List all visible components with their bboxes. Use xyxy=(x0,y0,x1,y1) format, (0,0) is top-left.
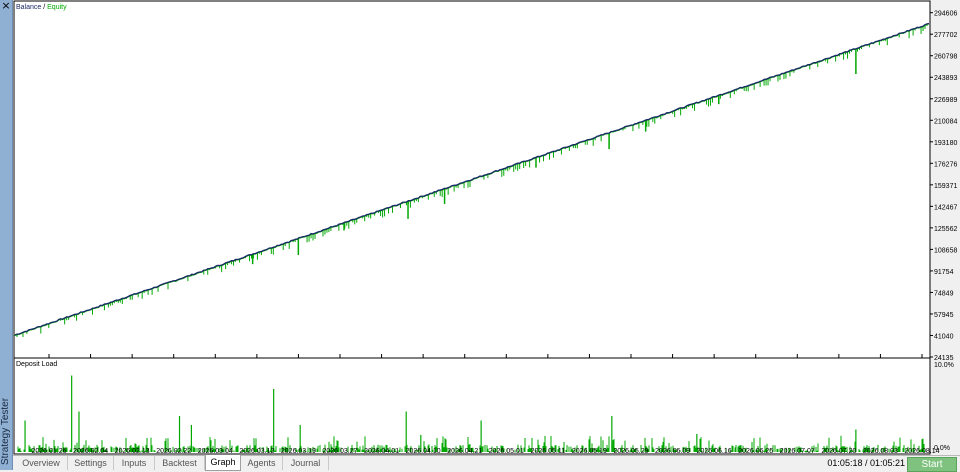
legend-balance: Balance xyxy=(16,4,41,11)
chart-legend: Balance / Equity xyxy=(16,4,67,11)
x-tick-label: 2026.05.19 xyxy=(572,448,607,455)
x-tick-label: 2026.01.26 xyxy=(31,448,66,455)
x-tick-label: 2026.02.13 xyxy=(115,448,150,455)
y-tick-label: 260798 xyxy=(934,54,957,61)
y-axis-ticks: 24135 41040 57945 74849 91754 108658 125562 142… xyxy=(930,11,957,452)
x-tick-label: 2026.03.12 xyxy=(239,448,274,455)
x-tick-label: 2026.06.25 xyxy=(738,448,773,455)
x-tick-label: 2026.07.20 xyxy=(821,448,856,455)
tab-backtest[interactable]: Backtest xyxy=(155,456,205,470)
x-tick-label: 2026.04.10 xyxy=(406,448,441,455)
x-tick-label: 2026.05.11 xyxy=(531,448,566,455)
y-tick-label: 294606 xyxy=(934,11,957,18)
sidebar-title: Strategy Tester xyxy=(0,397,11,465)
x-tick-label: 2026.02.22 xyxy=(156,448,191,455)
y-tick-label: 193180 xyxy=(934,140,957,147)
x-tick-label: 2026.05.01 xyxy=(489,448,524,455)
y-tick-label: 41040 xyxy=(934,333,954,340)
y-tick-label: 277702 xyxy=(934,32,957,39)
x-tick-label: 2026.04.21 xyxy=(447,448,482,455)
y-tick-label: 91754 xyxy=(934,269,954,276)
x-tick-label: 2026.03.19 xyxy=(281,448,316,455)
tab-overview[interactable]: Overview xyxy=(15,456,68,470)
x-tick-label: 2026.08.14 xyxy=(904,448,939,455)
tab-bar: Overview Settings Inputs Backtest Graph … xyxy=(13,455,960,472)
chart-area: 24135 41040 57945 74849 91754 108658 125562 142… xyxy=(13,0,957,455)
y-tick-label: 159371 xyxy=(934,183,957,190)
y-tick-label: 176276 xyxy=(934,161,957,168)
x-tick-label: 2026.08.03 xyxy=(863,448,898,455)
deposit-load-title: Deposit Load xyxy=(16,361,57,368)
legend-equity: Equity xyxy=(47,4,67,11)
x-tick-label: 2026.05.29 xyxy=(613,448,648,455)
x-tick-label: 2026.02.04 xyxy=(73,448,108,455)
x-tick-label: 2026.06.16 xyxy=(697,448,732,455)
tab-graph[interactable]: Graph xyxy=(205,455,241,471)
close-icon[interactable]: × xyxy=(0,0,12,12)
tab-inputs[interactable]: Inputs xyxy=(114,456,155,470)
tab-agents[interactable]: Agents xyxy=(241,456,283,470)
x-tick-label: 2026.07.07 xyxy=(780,448,815,455)
y-tick-label: 108658 xyxy=(934,247,957,254)
x-tick-label: 2026.03.27 xyxy=(322,448,357,455)
elapsed-time-status: 01:05:18 / 01:05:21 xyxy=(827,458,905,468)
x-tick-label: 2026.03.04 xyxy=(198,448,233,455)
x-tick-label: 2026.06.09 xyxy=(655,448,690,455)
y-tick-label: 210084 xyxy=(934,118,957,125)
y-tick-label: 24135 xyxy=(934,355,954,362)
y-tick-label: 142467 xyxy=(934,204,957,211)
y-tick-label: 57945 xyxy=(934,312,954,319)
y-tick-label: 243893 xyxy=(934,75,957,82)
x-tick-label: 2026.04.01 xyxy=(364,448,399,455)
y-tick-label: 74849 xyxy=(934,290,954,297)
chart-background xyxy=(13,0,930,455)
y-tick-label: 125562 xyxy=(934,226,957,233)
strategy-tester-sidebar: × Strategy Tester xyxy=(0,0,13,470)
load-y-tick-label: 10.0% xyxy=(934,362,954,369)
tab-settings[interactable]: Settings xyxy=(68,456,114,470)
tab-journal[interactable]: Journal xyxy=(283,456,329,470)
y-tick-label: 226989 xyxy=(934,97,957,104)
